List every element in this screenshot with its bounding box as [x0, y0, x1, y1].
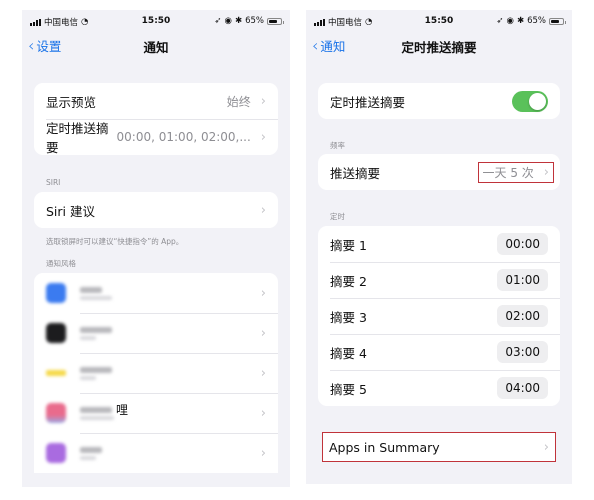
app-list: › › › 哩 › ›	[34, 273, 278, 473]
row-value: 始终	[226, 94, 251, 109]
notification-style-header: 通知风格	[46, 259, 76, 268]
chevron-right-icon: ›	[260, 445, 266, 461]
chevron-right-icon: ›	[260, 93, 266, 109]
chevron-right-icon: ›	[260, 405, 266, 421]
location-icon: ➶	[214, 16, 222, 26]
time-picker[interactable]: 01:00	[497, 269, 548, 291]
page-title: 定时推送摘要	[401, 40, 477, 55]
siri-suggestions-row[interactable]: Siri 建议 ›	[34, 192, 278, 228]
app-icon	[46, 323, 66, 343]
scheduled-summary-toggle[interactable]	[512, 90, 548, 112]
row-label: 定时推送摘要	[330, 94, 406, 110]
time-picker[interactable]: 00:00	[497, 233, 548, 255]
summary-time-row: 摘要 3 02:00	[318, 298, 560, 334]
summary-time-row: 摘要 4 03:00	[318, 334, 560, 370]
summary-time-row: 摘要 2 01:00	[318, 262, 560, 298]
app-row[interactable]: ›	[34, 273, 278, 313]
schedule-group: 摘要 1 00:00 摘要 2 01:00 摘要 3 02:00 摘要 4 03…	[318, 226, 560, 406]
row-value: 一天 5 次	[482, 165, 534, 180]
siri-section-header: SIRI	[46, 178, 61, 187]
chevron-right-icon: ›	[543, 439, 549, 455]
app-icon	[46, 370, 66, 376]
battery-percent: 65%	[245, 16, 264, 26]
chevron-right-icon: ›	[260, 365, 266, 381]
battery-percent: 65%	[527, 16, 546, 26]
row-label: Apps in Summary	[329, 439, 440, 455]
app-row[interactable]: ›	[34, 353, 278, 393]
orientation-lock-icon: ◉	[506, 16, 514, 26]
chevron-right-icon: ›	[260, 325, 266, 341]
chevron-right-icon: ›	[260, 202, 266, 218]
chevron-right-icon: ›	[260, 129, 266, 145]
time-picker[interactable]: 03:00	[497, 341, 548, 363]
apps-in-summary-row[interactable]: Apps in Summary ›	[323, 433, 555, 461]
page-title: 通知	[143, 40, 169, 55]
app-row[interactable]: 哩 ›	[34, 393, 278, 433]
row-label: 摘要 2	[330, 273, 367, 289]
frequency-value-highlight: 一天 5 次 ›	[477, 161, 554, 183]
siri-group: Siri 建议 ›	[34, 192, 278, 228]
scheduled-summary-screen: 中国电信 ◔ 15:50 ➶ ◉ ✱ 65% ‹ 通知 定时推送摘要 定时推送摘…	[306, 10, 572, 484]
scheduled-summary-toggle-row: 定时推送摘要	[318, 83, 560, 119]
app-icon	[46, 283, 66, 303]
bluetooth-icon: ✱	[516, 16, 525, 26]
battery-icon	[267, 17, 284, 25]
app-row[interactable]: ›	[34, 313, 278, 353]
row-value: 00:00, 01:00, 02:00,...	[116, 130, 251, 144]
schedule-section-header: 定时	[330, 212, 345, 221]
notifications-screen: 中国电信 ◔ 15:50 ➶ ◉ ✱ 65% ‹ 设置 通知 显示预览 始终 › …	[22, 10, 290, 487]
apps-in-summary-group: Apps in Summary ›	[322, 432, 556, 462]
show-preview-row[interactable]: 显示预览 始终 ›	[34, 83, 278, 119]
row-label: 摘要 1	[330, 237, 367, 253]
frequency-group: 推送摘要 一天 5 次 ›	[318, 154, 560, 190]
toggle-group: 定时推送摘要	[318, 83, 560, 119]
orientation-lock-icon: ◉	[224, 16, 232, 26]
chevron-right-icon: ›	[543, 164, 549, 180]
preview-group: 显示预览 始终 › 定时推送摘要 00:00, 01:00, 02:00,... ›	[34, 83, 278, 155]
app-name-fragment: 哩	[116, 402, 129, 417]
summary-time-row: 摘要 5 04:00	[318, 370, 560, 406]
frequency-section-header: 频率	[330, 141, 345, 150]
row-label: 摘要 3	[330, 309, 367, 325]
bluetooth-icon: ✱	[234, 16, 243, 26]
app-row[interactable]: ›	[34, 433, 278, 473]
row-label: 推送摘要	[330, 165, 381, 181]
row-label: 定时推送摘要	[46, 121, 109, 155]
nav-bar: ‹ 设置 通知	[22, 34, 290, 56]
status-bar: 中国电信 ◔ 15:50 ➶ ◉ ✱ 65%	[30, 16, 284, 30]
time-picker[interactable]: 02:00	[497, 305, 548, 327]
status-bar: 中国电信 ◔ 15:50 ➶ ◉ ✱ 65%	[314, 16, 566, 30]
row-label: 显示预览	[46, 94, 97, 110]
time-picker[interactable]: 04:00	[497, 377, 548, 399]
battery-icon	[549, 17, 566, 25]
summary-time-row: 摘要 1 00:00	[318, 226, 560, 262]
app-icon	[46, 443, 66, 463]
deliver-summary-row[interactable]: 推送摘要 一天 5 次 ›	[318, 154, 560, 190]
siri-footnote: 选取锁屏时可以建议“快捷指令”的 App。	[46, 237, 184, 246]
scheduled-summary-row[interactable]: 定时推送摘要 00:00, 01:00, 02:00,... ›	[34, 119, 278, 155]
app-icon	[46, 403, 66, 423]
row-label: 摘要 4	[330, 345, 367, 361]
chevron-right-icon: ›	[260, 285, 266, 301]
row-label: 摘要 5	[330, 381, 367, 397]
nav-bar: ‹ 通知 定时推送摘要	[306, 34, 572, 56]
row-label: Siri 建议	[46, 203, 95, 219]
location-icon: ➶	[496, 16, 504, 26]
